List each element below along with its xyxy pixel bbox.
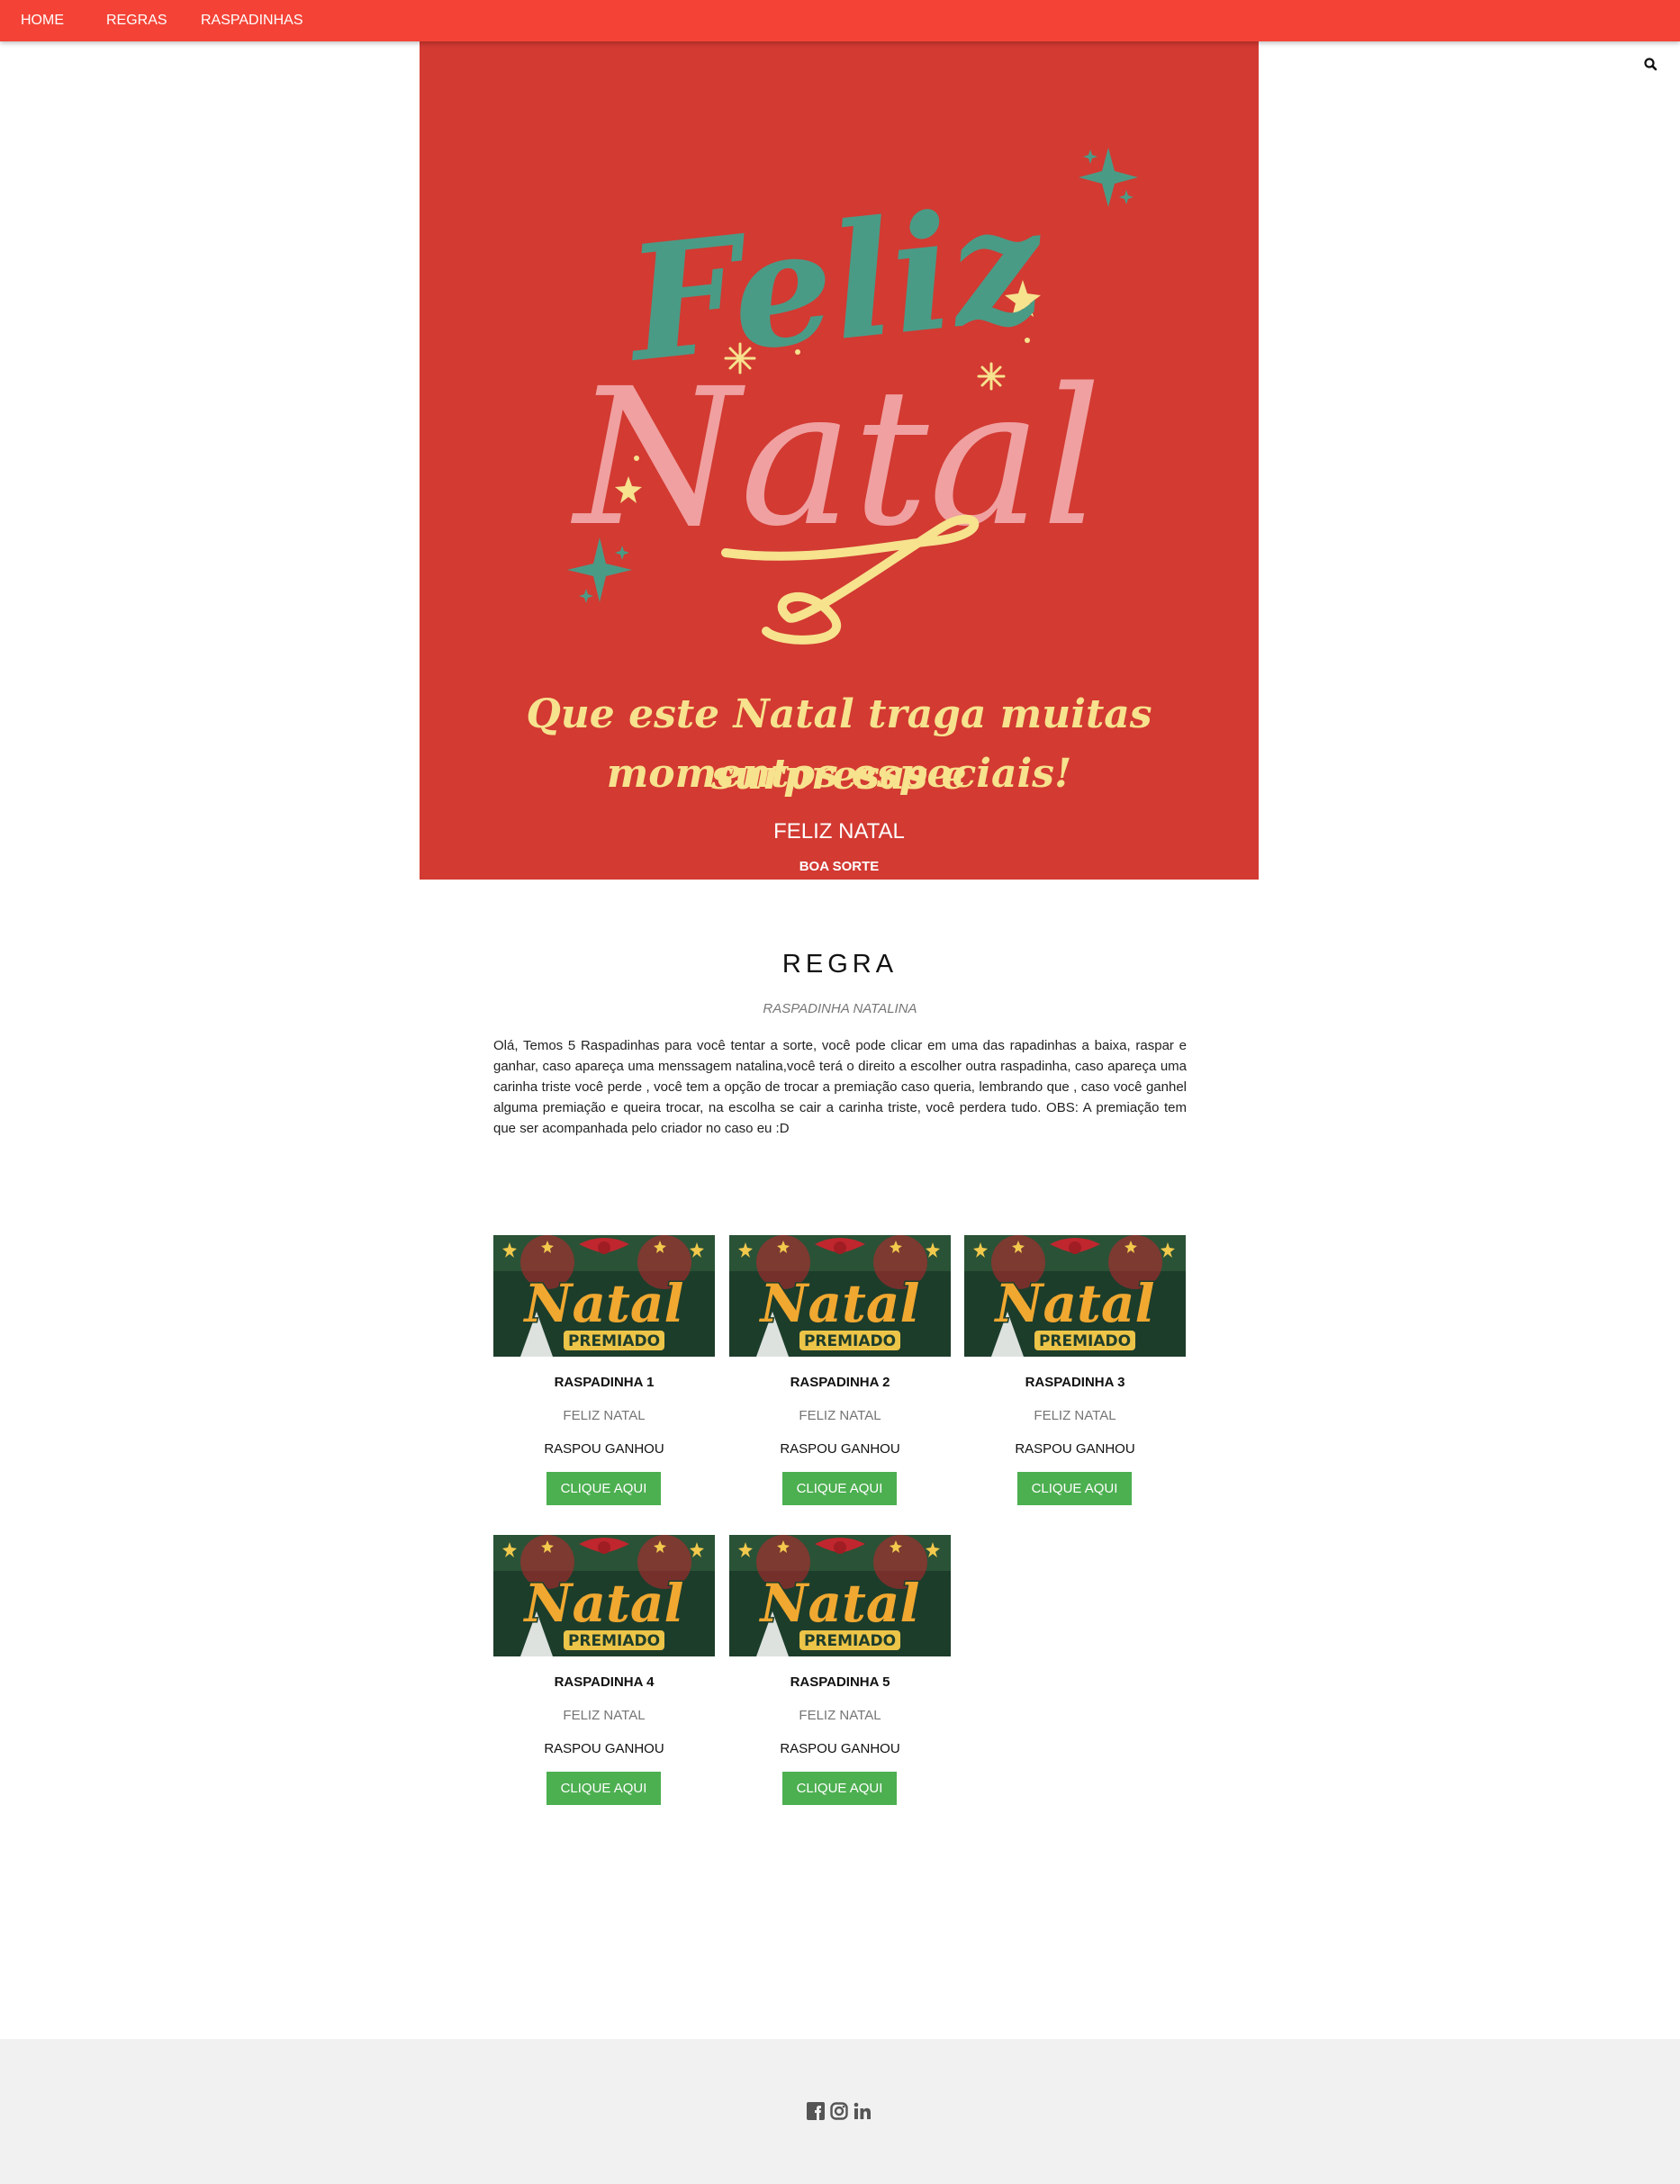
rules-text: Olá, Temos 5 Raspadinhas para você tenta… bbox=[493, 1038, 1187, 1136]
instagram-icon[interactable] bbox=[830, 2102, 848, 2120]
nav-home[interactable]: HOME bbox=[21, 0, 64, 41]
card-thumb-title: Natal bbox=[758, 1573, 919, 1634]
card-text: RASPOU GANHOU bbox=[544, 1741, 664, 1756]
card-subtitle: FELIZ NATAL bbox=[1034, 1408, 1116, 1423]
card-thumb-title: Natal bbox=[993, 1273, 1154, 1334]
hero-caption: FELIZ NATAL bbox=[773, 819, 905, 844]
raspadinha-card: Natal PREMIADO RASPADINHA 5 FELIZ NATAL RASP… bbox=[729, 1535, 951, 1823]
clique-aqui-button[interactable]: CLIQUE AQUI bbox=[546, 1772, 661, 1805]
card-text: RASPOU GANHOU bbox=[780, 1441, 900, 1457]
hero-title-natal: Natal bbox=[570, 347, 1102, 568]
card-title: RASPADINHA 1 bbox=[554, 1375, 655, 1390]
card-subtitle: FELIZ NATAL bbox=[563, 1408, 646, 1423]
card-title: RASPADINHA 5 bbox=[790, 1674, 890, 1690]
hero-banner: Feliz Natal Que este Natal traga muitas … bbox=[420, 41, 1259, 880]
clique-aqui-button[interactable]: CLIQUE AQUI bbox=[1017, 1472, 1132, 1505]
card-thumb-title: Natal bbox=[758, 1273, 919, 1334]
card-title: RASPADINHA 3 bbox=[1025, 1375, 1125, 1390]
card-thumb-badge: PREMIADO bbox=[568, 1332, 660, 1350]
raspadinha-card: Natal PREMIADO RASPADINHA 2 FELIZ NATAL RASP… bbox=[729, 1235, 951, 1523]
card-thumbnail[interactable]: NatalPREMIADO bbox=[964, 1235, 1186, 1357]
card-thumb-title: Natal bbox=[522, 1573, 683, 1634]
card-text: RASPOU GANHOU bbox=[780, 1741, 900, 1756]
nav-regras[interactable]: REGRAS bbox=[106, 0, 167, 41]
clique-aqui-button[interactable]: CLIQUE AQUI bbox=[546, 1472, 661, 1505]
card-thumbnail[interactable]: NatalPREMIADO bbox=[729, 1235, 951, 1357]
card-subtitle: FELIZ NATAL bbox=[799, 1408, 881, 1423]
card-text: RASPOU GANHOU bbox=[1015, 1441, 1135, 1457]
card-title: RASPADINHA 2 bbox=[790, 1375, 890, 1390]
raspadinha-card: Natal PREMIADO RASPADINHA 1 FELIZ NATAL RASP… bbox=[493, 1235, 715, 1523]
raspadinha-card: Natal PREMIADO RASPADINHA 3 FELIZ NATAL RASP… bbox=[964, 1235, 1186, 1523]
card-text: RASPOU GANHOU bbox=[544, 1441, 664, 1457]
card-title: RASPADINHA 4 bbox=[554, 1674, 655, 1690]
rules-subtitle: RASPADINHA NATALINA bbox=[763, 1001, 917, 1016]
card-thumb-badge: PREMIADO bbox=[1039, 1332, 1131, 1350]
hero-subcaption: BOA SORTE bbox=[799, 859, 880, 874]
raspadinha-card: Natal PREMIADO RASPADINHA 4 FELIZ NATAL RASP… bbox=[493, 1535, 715, 1823]
card-subtitle: FELIZ NATAL bbox=[563, 1708, 646, 1723]
clique-aqui-button[interactable]: CLIQUE AQUI bbox=[782, 1472, 897, 1505]
card-subtitle: FELIZ NATAL bbox=[799, 1708, 881, 1723]
card-thumb-badge: PREMIADO bbox=[804, 1332, 896, 1350]
card-thumbnail[interactable]: NatalPREMIADO bbox=[493, 1235, 715, 1357]
top-navbar: HOME REGRAS RASPADINHAS bbox=[0, 0, 1680, 41]
facebook-icon[interactable] bbox=[807, 2102, 825, 2120]
linkedin-icon[interactable] bbox=[854, 2102, 872, 2120]
hero-tagline-2: momentos especiais! bbox=[606, 751, 1072, 797]
card-thumb-badge: PREMIADO bbox=[568, 1632, 660, 1650]
clique-aqui-button[interactable]: CLIQUE AQUI bbox=[782, 1772, 897, 1805]
card-thumbnail[interactable]: NatalPREMIADO bbox=[729, 1535, 951, 1656]
rules-title: REGRA bbox=[781, 950, 899, 979]
card-thumb-badge: PREMIADO bbox=[804, 1632, 896, 1650]
search-icon[interactable] bbox=[1640, 54, 1662, 76]
nav-raspadinhas[interactable]: RASPADINHAS bbox=[201, 0, 303, 41]
card-thumb-title: Natal bbox=[522, 1273, 683, 1334]
card-thumbnail[interactable]: NatalPREMIADO bbox=[493, 1535, 715, 1656]
